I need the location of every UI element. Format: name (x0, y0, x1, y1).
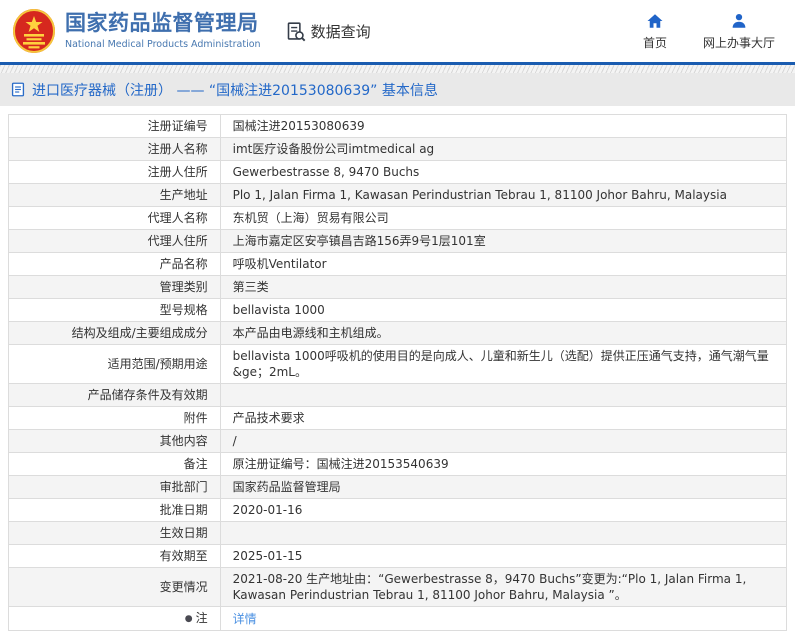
row-label: 注册人名称 (8, 137, 221, 161)
row-label: 型号规格 (8, 298, 221, 322)
row-value: 国家药品监督管理局 (219, 475, 788, 499)
table-row: 有效期至 2025-01-15 (8, 544, 788, 568)
agency-title-en: National Medical Products Administration (65, 38, 261, 50)
table-row: 附件 产品技术要求 (8, 406, 788, 430)
row-label: ● 注 (8, 606, 221, 631)
row-value: Plo 1, Jalan Firma 1, Kawasan Perindustr… (219, 183, 788, 207)
row-label: 变更情况 (8, 567, 221, 607)
person-icon (732, 13, 746, 28)
row-label: 注册人住所 (8, 160, 221, 184)
row-value: 原注册证编号：国械注进20153540639 (219, 452, 788, 476)
row-label: 批准日期 (8, 498, 221, 522)
row-label: 代理人住所 (8, 229, 221, 253)
table-row: 生效日期 (8, 521, 788, 545)
registration-table: 注册证编号 国械注进20153080639 注册人名称 imt医疗设备股份公司imtm… (8, 114, 788, 631)
row-value (219, 521, 788, 545)
row-label: 其他内容 (8, 429, 221, 453)
row-value: 本产品由电源线和主机组成。 (219, 321, 788, 345)
document-icon (11, 82, 25, 97)
breadcrumb-text: 进口医疗器械（注册） —— “国械注进20153080639” 基本信息 (32, 82, 438, 99)
row-value (219, 383, 788, 407)
hatch-band (0, 65, 795, 73)
row-value: 2025-01-15 (219, 544, 788, 568)
breadcrumb: 进口医疗器械（注册） —— “国械注进20153080639” 基本信息 (0, 73, 795, 106)
note-bullet-icon: ● (184, 614, 193, 624)
row-label: 生产地址 (8, 183, 221, 207)
header: 国家药品监督管理局 National Medical Products Admi… (0, 0, 795, 62)
row-label: 注册证编号 (8, 114, 221, 138)
table-row: 变更情况 2021-08-20 生产地址由：“Gewerbestrasse 8，9… (8, 567, 788, 607)
agency-titles: 国家药品监督管理局 National Medical Products Admi… (65, 11, 261, 50)
table-row: 批准日期 2020-01-16 (8, 498, 788, 522)
row-value: 呼吸机Ventilator (219, 252, 788, 276)
table-row: 注册证编号 国械注进20153080639 (8, 114, 788, 138)
table-row: 代理人住所 上海市嘉定区安亭镇昌吉路156弄9号1层101室 (8, 229, 788, 253)
registration-table-body: 注册证编号 国械注进20153080639 注册人名称 imt医疗设备股份公司imtm… (8, 114, 788, 631)
row-label: 代理人名称 (8, 206, 221, 230)
row-label: 备注 (8, 452, 221, 476)
row-label: 适用范围/预期用途 (8, 344, 221, 384)
detail-link[interactable]: 详情 (233, 612, 257, 626)
row-value: Gewerbestrasse 8, 9470 Buchs (219, 160, 788, 184)
data-query-label: 数据查询 (310, 22, 371, 41)
row-label: 产品储存条件及有效期 (8, 383, 221, 407)
nav-item-home[interactable]: 首页 (643, 12, 667, 51)
top-nav: 首页 网上办事大厅 (643, 12, 775, 51)
nav-service-hall-label: 网上办事大厅 (702, 35, 775, 50)
row-value: 第三类 (219, 275, 788, 299)
row-value: 国械注进20153080639 (219, 114, 788, 138)
table-row: 型号规格 bellavista 1000 (8, 298, 788, 322)
table-row: 注册人住所 Gewerbestrasse 8, 9470 Buchs (8, 160, 788, 184)
table-row: ● 注详情 (8, 606, 788, 631)
row-label: 生效日期 (8, 521, 221, 545)
nmpa-logo: 国家药品监督管理局 National Medical Products Admi… (12, 8, 261, 54)
home-icon (647, 13, 663, 28)
row-value: 上海市嘉定区安亭镇昌吉路156弄9号1层101室 (219, 229, 788, 253)
row-value: bellavista 1000呼吸机的使用目的是向成人、儿童和新生儿（选配）提供… (219, 344, 788, 384)
data-query-tab[interactable]: 数据查询 (285, 21, 371, 42)
row-value: imt医疗设备股份公司imtmedical ag (219, 137, 788, 161)
row-label: 审批部门 (8, 475, 221, 499)
table-row: 其他内容 / (8, 429, 788, 453)
row-value: 2020-01-16 (219, 498, 788, 522)
table-row: 产品储存条件及有效期 (8, 383, 788, 407)
row-label: 有效期至 (8, 544, 221, 568)
nav-home-label: 首页 (642, 35, 667, 50)
table-row: 结构及组成/主要组成成分 本产品由电源线和主机组成。 (8, 321, 788, 345)
row-value: 产品技术要求 (219, 406, 788, 430)
table-row: 适用范围/预期用途 bellavista 1000呼吸机的使用目的是向成人、儿童和… (8, 344, 788, 384)
table-row: 管理类别 第三类 (8, 275, 788, 299)
row-value: bellavista 1000 (219, 298, 788, 322)
row-value: 详情 (219, 606, 788, 631)
row-label: 结构及组成/主要组成成分 (8, 321, 221, 345)
row-value: 东机贸（上海）贸易有限公司 (219, 206, 788, 230)
content: 注册证编号 国械注进20153080639 注册人名称 imt医疗设备股份公司imtm… (0, 106, 795, 639)
table-row: 注册人名称 imt医疗设备股份公司imtmedical ag (8, 137, 788, 161)
national-emblem-icon (13, 9, 55, 53)
table-row: 代理人名称 东机贸（上海）贸易有限公司 (8, 206, 788, 230)
row-label: 产品名称 (8, 252, 221, 276)
agency-title-cn: 国家药品监督管理局 (65, 11, 259, 36)
table-row: 备注 原注册证编号：国械注进20153540639 (8, 452, 788, 476)
row-label: 附件 (8, 406, 221, 430)
row-value: / (219, 429, 788, 453)
table-row: 产品名称 呼吸机Ventilator (8, 252, 788, 276)
table-row: 审批部门 国家药品监督管理局 (8, 475, 788, 499)
row-value: 2021-08-20 生产地址由：“Gewerbestrasse 8，9470 … (219, 567, 788, 607)
document-search-icon (287, 21, 305, 41)
table-row: 生产地址 Plo 1, Jalan Firma 1, Kawasan Perind… (8, 183, 788, 207)
nav-item-service-hall[interactable]: 网上办事大厅 (703, 12, 775, 51)
row-label: 管理类别 (8, 275, 221, 299)
